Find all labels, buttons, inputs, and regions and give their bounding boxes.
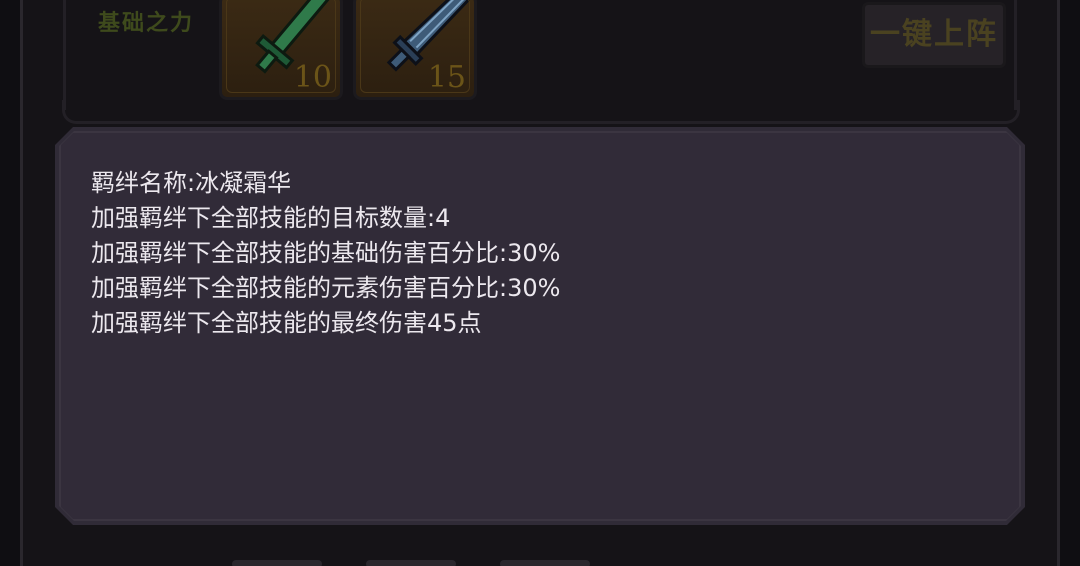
element-damage-line: 加强羁绊下全部技能的元素伤害百分比:30%: [91, 274, 561, 302]
target-count-line: 加强羁绊下全部技能的目标数量:4: [91, 204, 451, 232]
equipment-card[interactable]: 10: [219, 0, 343, 100]
panel-divider: [63, 0, 66, 110]
bond-description: 羁绊名称:冰凝霜华 加强羁绊下全部技能的目标数量:4 加强羁绊下全部技能的基础伤…: [91, 166, 560, 341]
bond-name-line: 羁绊名称:冰凝霜华: [91, 169, 292, 197]
one-click-deploy-button[interactable]: 一键上阵: [862, 2, 1006, 68]
bottom-tab-stub[interactable]: [500, 560, 590, 566]
bottom-tab-stub[interactable]: [366, 560, 456, 566]
bond-info-tooltip: 羁绊名称:冰凝霜华 加强羁绊下全部技能的目标数量:4 加强羁绊下全部技能的基础伤…: [55, 127, 1025, 525]
final-damage-line: 加强羁绊下全部技能的最终伤害45点: [91, 309, 482, 337]
game-screen: 基础之力 10 15 一键上阵 羁绊名称:冰凝霜华 加强羁绊下全部技能的目标数量…: [0, 0, 1080, 566]
card-count: 10: [293, 60, 332, 95]
card-count: 15: [427, 60, 466, 95]
panel-divider: [1014, 0, 1017, 110]
bond-name-label: 基础之力: [98, 10, 195, 36]
bottom-tab-stub[interactable]: [232, 560, 322, 566]
base-damage-line: 加强羁绊下全部技能的基础伤害百分比:30%: [91, 239, 561, 267]
bond-row-frame: [62, 100, 1020, 124]
equipment-card[interactable]: 15: [353, 0, 477, 100]
bottom-buttons-peek: [0, 556, 1080, 566]
